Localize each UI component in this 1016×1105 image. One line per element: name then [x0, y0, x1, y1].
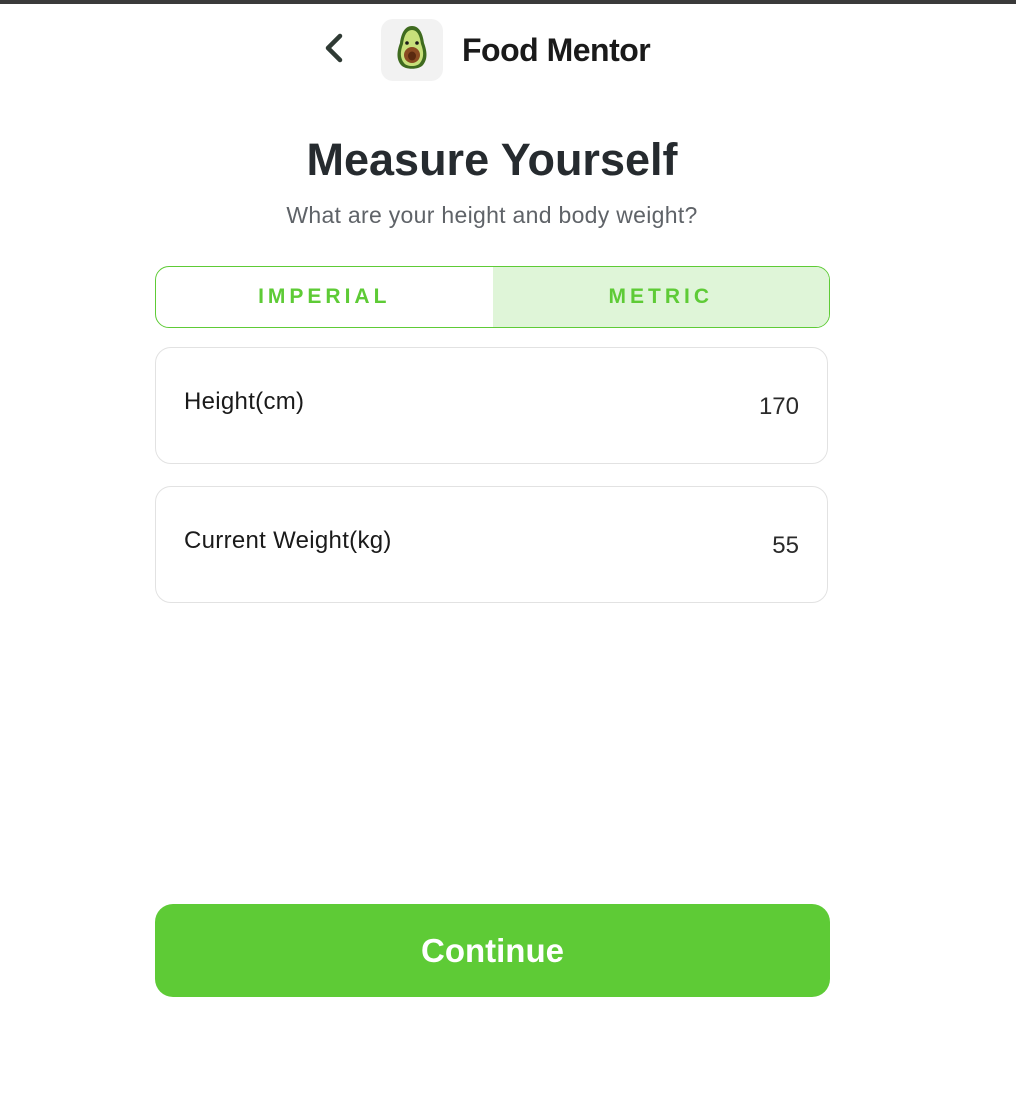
- weight-field[interactable]: Current Weight(kg): [155, 486, 828, 603]
- app-logo: [381, 19, 443, 81]
- weight-label: Current Weight(kg): [184, 527, 392, 554]
- window-top-border: [0, 0, 1016, 4]
- height-label: Height(cm): [184, 388, 305, 415]
- continue-button[interactable]: Continue: [155, 904, 830, 997]
- unit-option-imperial[interactable]: IMPERIAL: [156, 267, 493, 327]
- back-button[interactable]: [316, 30, 352, 70]
- height-field[interactable]: Height(cm): [155, 347, 828, 464]
- page-subtitle: What are your height and body weight?: [286, 202, 698, 228]
- avocado-icon: [392, 23, 432, 78]
- chevron-left-icon: [322, 32, 346, 69]
- unit-toggle: IMPERIAL METRIC: [155, 266, 830, 328]
- page-title: Measure Yourself: [306, 134, 678, 185]
- height-input[interactable]: [679, 393, 799, 421]
- weight-input[interactable]: [679, 532, 799, 560]
- app-header: Food Mentor: [0, 18, 1016, 82]
- app-title: Food Mentor: [462, 32, 651, 68]
- unit-option-metric[interactable]: METRIC: [492, 267, 829, 327]
